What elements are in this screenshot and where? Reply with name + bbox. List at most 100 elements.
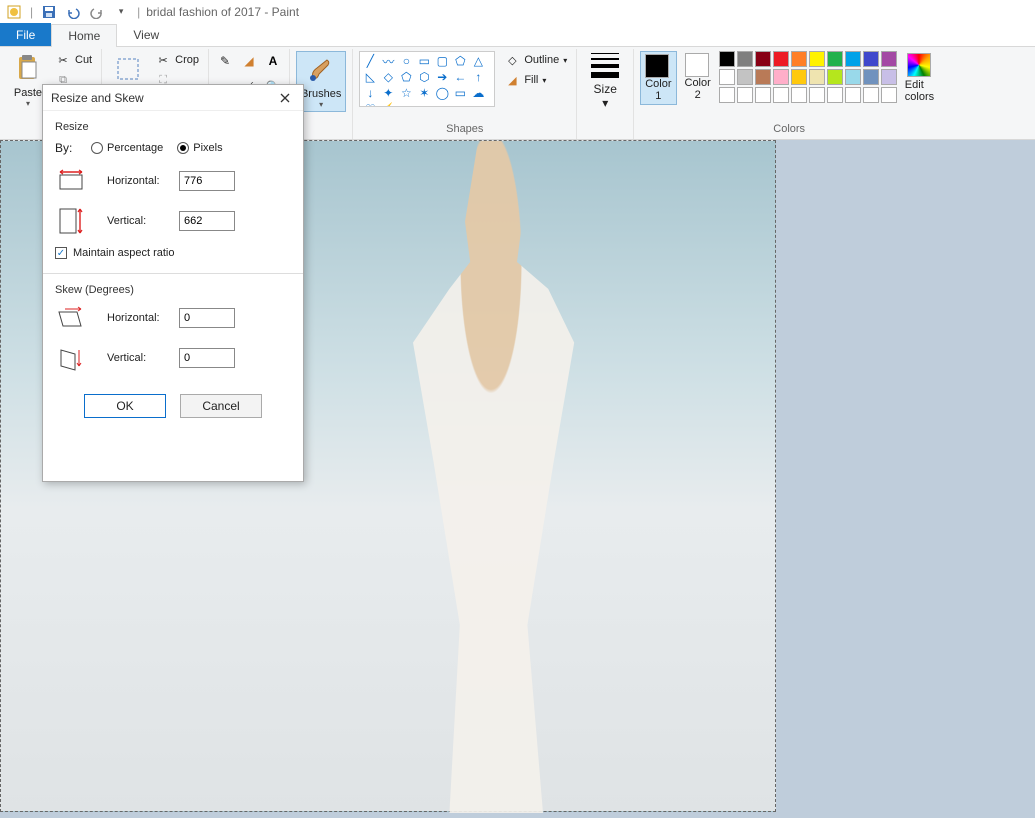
cancel-button[interactable]: Cancel	[180, 394, 262, 418]
color-swatch[interactable]	[719, 51, 735, 67]
redo-icon[interactable]	[87, 2, 107, 22]
dialog-titlebar[interactable]: Resize and Skew	[43, 85, 303, 111]
color-swatch[interactable]	[881, 69, 897, 85]
shape-rtriangle-icon[interactable]: ◺	[362, 70, 378, 84]
shape-lightning-icon[interactable]: ⚡	[380, 102, 396, 107]
color-swatch[interactable]	[845, 69, 861, 85]
radio-icon	[177, 142, 189, 154]
chevron-down-icon: ▾	[542, 76, 546, 85]
shape-uarrow-icon[interactable]: ↑	[470, 70, 486, 84]
color-swatch[interactable]	[791, 51, 807, 67]
color-swatch[interactable]	[773, 87, 789, 103]
color-swatch[interactable]	[881, 87, 897, 103]
radio-percentage[interactable]: Percentage	[91, 142, 163, 154]
color-swatch[interactable]	[755, 87, 771, 103]
color-swatch[interactable]	[737, 51, 753, 67]
shape-oval-icon[interactable]: ○	[398, 54, 414, 68]
shape-heart-icon[interactable]: ♡	[362, 102, 378, 107]
brush-icon	[305, 54, 337, 86]
skew-horizontal-input[interactable]	[179, 308, 235, 328]
radio-pixels[interactable]: Pixels	[177, 142, 222, 154]
skew-vertical-input[interactable]	[179, 348, 235, 368]
radio-icon	[91, 142, 103, 154]
outline-label: Outline	[524, 54, 559, 66]
cut-button[interactable]: ✂ Cut	[52, 51, 95, 69]
shape-rect-icon[interactable]: ▭	[416, 54, 432, 68]
pencil-icon[interactable]: ✎	[215, 51, 235, 71]
color-swatch[interactable]	[863, 87, 879, 103]
tab-file[interactable]: File	[0, 23, 51, 46]
paste-label: Paste	[14, 87, 42, 99]
size-label: Size	[594, 82, 617, 96]
text-icon[interactable]: A	[263, 51, 283, 71]
color-swatch[interactable]	[863, 51, 879, 67]
tab-home[interactable]: Home	[51, 24, 117, 47]
edit-colors-button[interactable]: Edit colors	[901, 51, 938, 105]
resize-vertical-input[interactable]	[179, 211, 235, 231]
color-swatch[interactable]	[863, 69, 879, 85]
resize-horizontal-input[interactable]	[179, 171, 235, 191]
color2-button[interactable]: Color 2	[681, 51, 715, 103]
shape-star6-icon[interactable]: ✶	[416, 86, 432, 100]
shape-larrow-icon[interactable]: ←	[452, 70, 468, 84]
color-swatch[interactable]	[809, 51, 825, 67]
color-swatch[interactable]	[881, 51, 897, 67]
color1-button[interactable]: Color 1	[640, 51, 676, 105]
resize-horizontal-icon	[55, 167, 87, 195]
shape-star5-icon[interactable]: ☆	[398, 86, 414, 100]
color-swatch[interactable]	[737, 87, 753, 103]
chevron-down-icon: ▾	[319, 100, 323, 109]
size-button[interactable]: Size ▾	[583, 51, 627, 112]
outline-button[interactable]: ◇ Outline ▾	[501, 51, 570, 69]
shape-callout-round-icon[interactable]: ◯	[434, 86, 450, 100]
color-swatch[interactable]	[827, 87, 843, 103]
shape-callout-rect-icon[interactable]: ▭	[452, 86, 468, 100]
shape-star4-icon[interactable]: ✦	[380, 86, 396, 100]
color-swatch[interactable]	[809, 87, 825, 103]
color-swatch[interactable]	[845, 87, 861, 103]
image-content-bride	[361, 141, 621, 813]
color-swatch[interactable]	[791, 87, 807, 103]
color-swatch[interactable]	[737, 69, 753, 85]
shape-pentagon-icon[interactable]: ⬠	[398, 70, 414, 84]
shape-diamond-icon[interactable]: ◇	[380, 70, 396, 84]
color-swatch[interactable]	[827, 69, 843, 85]
shape-rarrow-icon[interactable]: ➔	[434, 70, 450, 84]
color-swatch[interactable]	[809, 69, 825, 85]
brushes-label: Brushes	[301, 88, 341, 100]
resize-horizontal-label: Horizontal:	[107, 175, 179, 187]
tab-view[interactable]: View	[117, 23, 175, 46]
group-shapes-label: Shapes	[446, 121, 483, 137]
close-icon[interactable]	[273, 88, 297, 108]
color-swatch[interactable]	[755, 51, 771, 67]
fill-button[interactable]: ◢ Fill ▾	[501, 71, 570, 89]
crop-button[interactable]: ✂ Crop	[152, 51, 202, 69]
color-swatch[interactable]	[791, 69, 807, 85]
fill-icon: ◢	[504, 72, 520, 88]
shape-curve-icon[interactable]: 〰	[380, 54, 396, 68]
shape-hexagon-icon[interactable]: ⬡	[416, 70, 432, 84]
shape-polygon-icon[interactable]: ⬠	[452, 54, 468, 68]
color1-label: Color 1	[645, 78, 671, 102]
color-swatch[interactable]	[773, 51, 789, 67]
shape-darrow-icon[interactable]: ↓	[362, 86, 378, 100]
undo-icon[interactable]	[63, 2, 83, 22]
color-swatch[interactable]	[845, 51, 861, 67]
shapes-gallery[interactable]: ╱ 〰 ○ ▭ ▢ ⬠ △ ◺ ◇ ⬠ ⬡ ➔ ← ↑ ↓ ✦ ☆ ✶ ◯ ▭	[359, 51, 495, 107]
customize-qat-icon[interactable]: ▾	[111, 2, 131, 22]
color2-label: Color 2	[685, 77, 711, 101]
color-swatch[interactable]	[719, 87, 735, 103]
shape-roundrect-icon[interactable]: ▢	[434, 54, 450, 68]
color-swatch[interactable]	[719, 69, 735, 85]
scissors-icon: ✂	[55, 52, 71, 68]
shape-triangle-icon[interactable]: △	[470, 54, 486, 68]
color-swatch[interactable]	[827, 51, 843, 67]
save-icon[interactable]	[39, 2, 59, 22]
color-swatch[interactable]	[773, 69, 789, 85]
bucket-icon[interactable]: ◢	[239, 51, 259, 71]
maintain-aspect-checkbox[interactable]: ✓ Maintain aspect ratio	[55, 247, 291, 259]
ok-button[interactable]: OK	[84, 394, 166, 418]
color-swatch[interactable]	[755, 69, 771, 85]
shape-line-icon[interactable]: ╱	[362, 54, 378, 68]
shape-cloud-icon[interactable]: ☁	[470, 86, 486, 100]
